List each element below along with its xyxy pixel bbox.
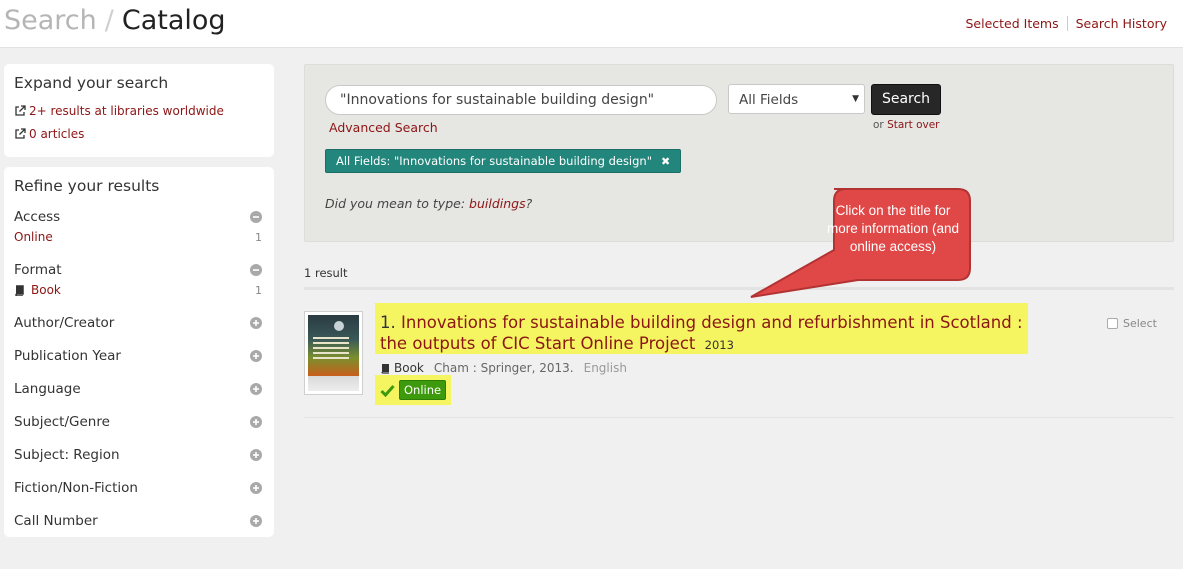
expand-plus-icon[interactable] bbox=[250, 482, 262, 494]
start-over-row: or Start over bbox=[873, 119, 940, 131]
did-you-mean: Did you mean to type: buildings? bbox=[325, 196, 532, 211]
expand-search-panel: Expand your search 2+ results at librari… bbox=[4, 64, 274, 157]
facet-format[interactable]: Format Book 1 bbox=[14, 254, 264, 307]
result-divider bbox=[304, 417, 1174, 418]
brand[interactable]: Search / Catalog bbox=[4, 5, 226, 36]
search-field-select[interactable]: All Fields ▼ bbox=[728, 84, 865, 114]
advanced-search-link[interactable]: Advanced Search bbox=[329, 120, 438, 135]
facet-fiction-nonfiction[interactable]: Fiction/Non-Fiction bbox=[14, 472, 264, 505]
facet-subject-region[interactable]: Subject: Region bbox=[14, 439, 264, 472]
checkbox-icon[interactable] bbox=[1107, 318, 1118, 329]
result-year: 2013 bbox=[704, 338, 734, 352]
select-result-checkbox[interactable]: Select bbox=[1107, 317, 1157, 330]
result-title-link[interactable]: 1. Innovations for sustainable building … bbox=[380, 312, 1030, 356]
brand-separator: / bbox=[104, 5, 114, 36]
expand-plus-icon[interactable] bbox=[250, 449, 262, 461]
external-link-icon bbox=[15, 104, 26, 116]
worldwide-results-link[interactable]: 2+ results at libraries worldwide bbox=[14, 99, 264, 122]
result-format: Book bbox=[394, 361, 424, 375]
callout-text: Click on the title for more information … bbox=[826, 203, 960, 254]
result-language: English bbox=[583, 361, 627, 375]
facet-name: Language bbox=[14, 381, 81, 397]
facet-author-creator[interactable]: Author/Creator bbox=[14, 307, 264, 340]
facet-name: Access bbox=[14, 209, 61, 225]
facet-name: Subject: Region bbox=[14, 447, 120, 463]
top-links: Selected Items Search History bbox=[957, 16, 1167, 31]
start-over-link[interactable]: Start over bbox=[887, 119, 939, 131]
facet-name: Format bbox=[14, 262, 62, 278]
search-history-link[interactable]: Search History bbox=[1066, 16, 1167, 31]
results-divider bbox=[304, 287, 1174, 290]
search-field-value: All Fields bbox=[739, 92, 799, 108]
selected-items-link[interactable]: Selected Items bbox=[957, 16, 1066, 31]
brand-search: Search bbox=[4, 5, 97, 36]
dropdown-caret-icon: ▼ bbox=[852, 94, 859, 104]
facet-name: Subject/Genre bbox=[14, 414, 110, 430]
worldwide-results-label: 2+ results at libraries worldwide bbox=[29, 103, 224, 118]
facet-language[interactable]: Language bbox=[14, 373, 264, 406]
facet-name: Publication Year bbox=[14, 348, 121, 364]
did-you-mean-suggestion[interactable]: buildings bbox=[469, 196, 526, 211]
search-input[interactable]: "Innovations for sustainable building de… bbox=[325, 85, 717, 115]
facet-value-book[interactable]: Book bbox=[14, 283, 61, 297]
did-you-mean-suffix: ? bbox=[525, 196, 533, 211]
remove-filter-icon[interactable]: ✖ bbox=[661, 155, 670, 168]
articles-label: 0 articles bbox=[29, 126, 85, 141]
result-title-text: Innovations for sustainable building des… bbox=[380, 313, 1023, 353]
facet-publication-year[interactable]: Publication Year bbox=[14, 340, 264, 373]
book-icon bbox=[15, 284, 24, 296]
facet-name: Author/Creator bbox=[14, 315, 115, 331]
collapse-minus-icon[interactable] bbox=[250, 211, 262, 223]
articles-link[interactable]: 0 articles bbox=[14, 122, 264, 145]
facet-value-label: Book bbox=[31, 283, 61, 297]
cover-globe-graphic bbox=[334, 321, 344, 331]
or-text: or bbox=[873, 119, 884, 131]
search-button[interactable]: Search bbox=[871, 84, 941, 115]
expand-plus-icon[interactable] bbox=[250, 416, 262, 428]
result-publisher: Cham : Springer, 2013. bbox=[433, 361, 574, 375]
facet-value-online[interactable]: Online bbox=[14, 230, 53, 244]
result-number: 1. bbox=[380, 313, 396, 332]
facet-count: 1 bbox=[255, 231, 262, 244]
active-filter-label: All Fields: "Innovations for sustainable… bbox=[336, 154, 653, 168]
expand-search-title: Expand your search bbox=[14, 74, 169, 92]
expand-plus-icon[interactable] bbox=[250, 317, 262, 329]
book-cover-image bbox=[308, 315, 359, 391]
refine-results-title: Refine your results bbox=[14, 177, 160, 195]
facet-name: Fiction/Non-Fiction bbox=[14, 480, 138, 496]
top-bar: Search / Catalog Selected Items Search His… bbox=[0, 0, 1183, 48]
brand-catalog: Catalog bbox=[121, 5, 226, 36]
checkmark-icon bbox=[380, 384, 395, 397]
online-access-badge[interactable]: Online bbox=[399, 380, 447, 400]
select-label: Select bbox=[1123, 317, 1157, 330]
result-meta: Book Cham : Springer, 2013. English bbox=[380, 361, 627, 375]
facet-count: 1 bbox=[255, 284, 262, 297]
book-icon bbox=[381, 363, 389, 374]
facet-access[interactable]: Access Online 1 bbox=[14, 201, 264, 254]
result-count: 1 result bbox=[304, 266, 348, 280]
online-access-row[interactable]: Online bbox=[380, 380, 447, 400]
search-panel: "Innovations for sustainable building de… bbox=[304, 64, 1174, 242]
facet-name: Call Number bbox=[14, 513, 98, 529]
did-you-mean-prefix: Did you mean to type: bbox=[325, 196, 466, 211]
collapse-minus-icon[interactable] bbox=[250, 264, 262, 276]
expand-plus-icon[interactable] bbox=[250, 383, 262, 395]
refine-results-panel: Refine your results Access Online 1 Form… bbox=[4, 167, 274, 537]
active-filter-chip[interactable]: All Fields: "Innovations for sustainable… bbox=[325, 149, 682, 173]
external-link-icon bbox=[15, 127, 26, 139]
expand-plus-icon[interactable] bbox=[250, 350, 262, 362]
cover-title-lines bbox=[313, 337, 349, 362]
expand-plus-icon[interactable] bbox=[250, 515, 262, 527]
facet-call-number[interactable]: Call Number bbox=[14, 505, 264, 538]
book-cover-thumbnail[interactable] bbox=[304, 311, 363, 395]
facet-subject-genre[interactable]: Subject/Genre bbox=[14, 406, 264, 439]
